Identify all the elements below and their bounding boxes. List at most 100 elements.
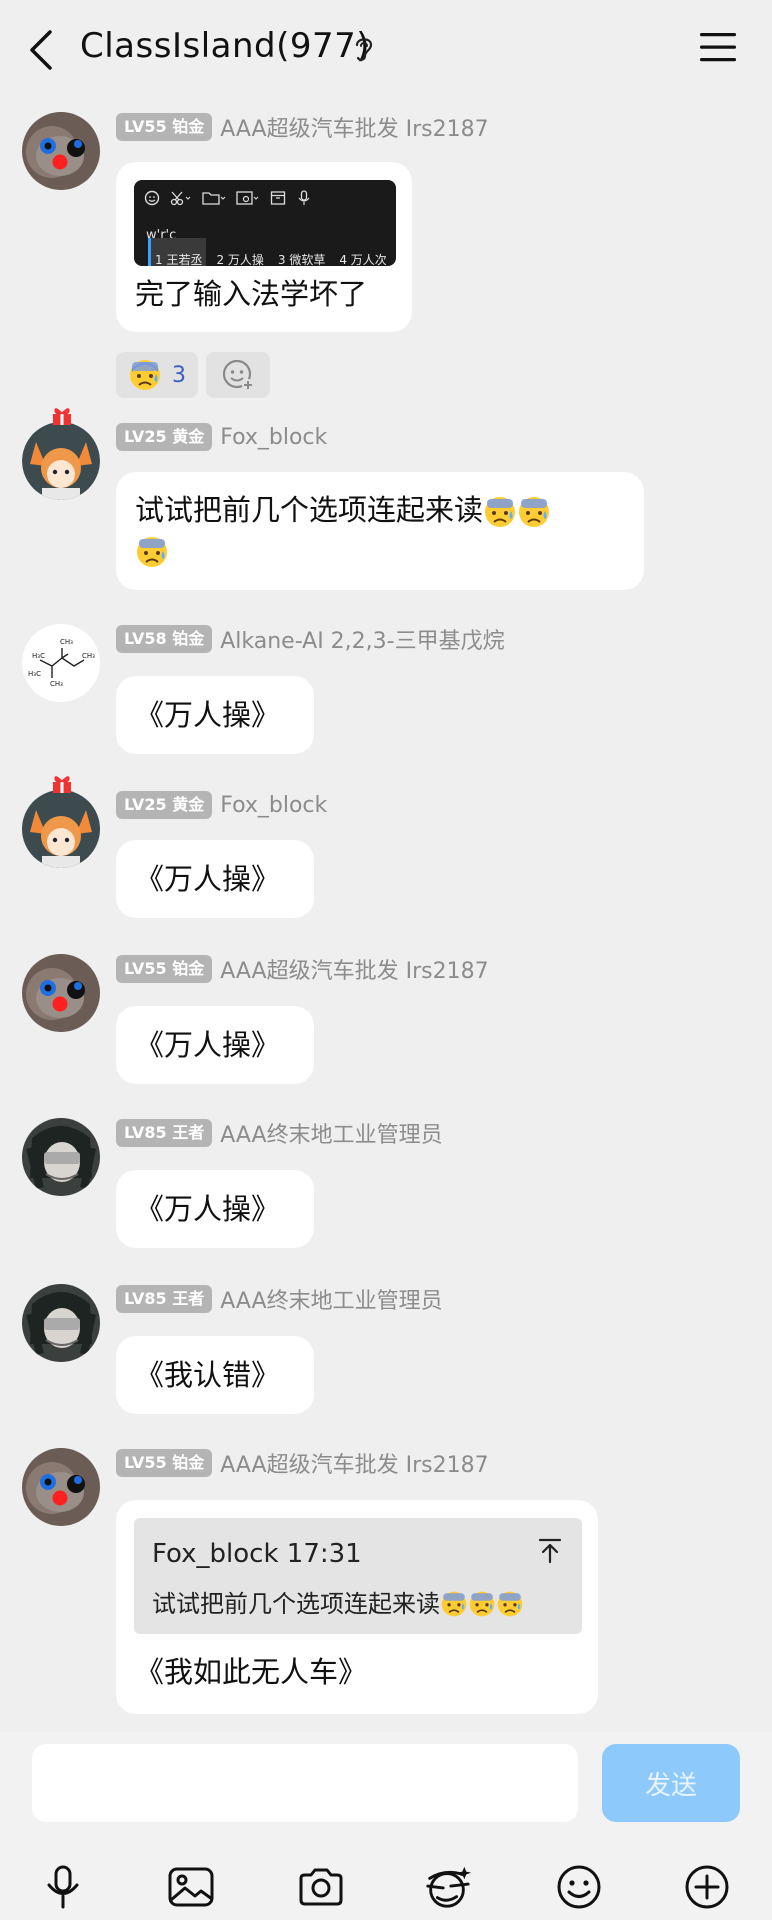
avatar[interactable]: [22, 954, 100, 1032]
voice-button[interactable]: [38, 1862, 88, 1912]
emoji-icon: [557, 1865, 601, 1909]
camera-icon: [299, 1868, 343, 1906]
gift-icon: [53, 776, 71, 793]
screenshot-icon: [236, 191, 259, 205]
ime-candidate: 4 万人次: [339, 253, 387, 266]
sticker-button[interactable]: [422, 1862, 472, 1912]
sender-name[interactable]: AAA超级汽车批发 Irs2187: [220, 111, 488, 143]
message-bubble[interactable]: Fox_block 17:31 试试把前几个选项连起来读 《我如此无人车》: [116, 1500, 598, 1714]
message-text: 试试把前几个选项连起来读: [135, 493, 484, 527]
sender-name[interactable]: AAA终末地工业管理员: [220, 1283, 442, 1315]
reaction-chip[interactable]: 3: [116, 352, 198, 398]
message-bubble[interactable]: 《万人操》: [116, 1006, 314, 1084]
avatar[interactable]: [22, 1284, 100, 1362]
input-toolbar: [0, 1862, 772, 1918]
avatar[interactable]: H₃C CH₃ CH₃ H₃C CH₃: [22, 624, 100, 702]
scissors-icon: [170, 191, 191, 206]
sender-name[interactable]: Alkane-AI 2,2,3-三甲基戊烷: [220, 623, 504, 655]
message-text: 《我如此无人车》: [135, 1655, 368, 1689]
ime-candidates: 1 王若丞 2 万人操 3 微软草 4 万人次: [148, 238, 391, 266]
message-bubble[interactable]: 《万人操》: [116, 676, 314, 754]
sender-name[interactable]: AAA超级汽车批发 Irs2187: [220, 953, 488, 985]
ime-toolbar: [144, 190, 312, 212]
sticker-icon: [426, 1866, 472, 1908]
menu-icon[interactable]: [698, 30, 738, 64]
anxious-face-emoji-icon: [441, 1591, 467, 1617]
svg-text:CH₃: CH₃: [82, 652, 95, 660]
svg-text:H₃C: H₃C: [32, 652, 45, 660]
message: H₃C CH₃ CH₃ H₃C CH₃ LV58 铂金 Alkane-AI 2,…: [0, 624, 772, 764]
add-emoji-icon: [222, 359, 254, 391]
reactions-bar: 3: [116, 352, 270, 398]
anxious-face-emoji-icon: [519, 497, 550, 527]
message-meta: LV58 铂金 Alkane-AI 2,2,3-三甲基戊烷: [116, 624, 505, 654]
message-text: 《我认错》: [135, 1358, 281, 1392]
quote-text-row: 试试把前几个选项连起来读: [152, 1584, 524, 1624]
svg-text:CH₃: CH₃: [60, 638, 73, 646]
quote-text: 试试把前几个选项连起来读: [152, 1590, 440, 1618]
smile-icon: [144, 190, 160, 206]
message-bubble[interactable]: w'r'c 1 王若丞 2 万人操 3 微软草 4 万人次 完了输入法学坏了: [116, 162, 412, 332]
message: LV55 铂金 AAA超级汽车批发 Irs2187 w'r'c 1 王若丞 2 …: [0, 112, 772, 412]
anxious-face-emoji-icon: [485, 497, 516, 527]
mic-small-icon: [298, 190, 310, 205]
message: LV25 黄金 Fox_block 《万人操》: [0, 776, 772, 930]
back-arrow-icon[interactable]: [26, 28, 56, 72]
level-badge: LV55 铂金: [116, 1449, 213, 1477]
avatar[interactable]: [22, 112, 100, 190]
message-meta: LV55 铂金 AAA超级汽车批发 Irs2187: [116, 1448, 489, 1478]
message-bubble[interactable]: 《万人操》: [116, 1170, 314, 1248]
avatar[interactable]: [22, 1118, 100, 1196]
message-meta: LV85 王者 AAA终末地工业管理员: [116, 1284, 443, 1314]
mic-icon: [47, 1865, 79, 1909]
plus-icon: [685, 1865, 729, 1909]
emoji-button[interactable]: [554, 1862, 604, 1912]
message-meta: LV55 铂金 AAA超级汽车批发 Irs2187: [116, 954, 489, 984]
add-reaction-button[interactable]: [206, 352, 270, 398]
message-meta: LV85 王者 AAA终末地工业管理员: [116, 1118, 443, 1148]
avatar[interactable]: [22, 1448, 100, 1526]
message-text: 《万人操》: [135, 1192, 281, 1226]
gift-icon: [53, 408, 71, 425]
anxious-face-emoji-icon: [130, 360, 160, 390]
message-input[interactable]: [32, 1744, 578, 1822]
message: LV85 王者 AAA终末地工业管理员 《万人操》: [0, 1118, 772, 1258]
jump-to-top-icon[interactable]: [538, 1538, 562, 1564]
level-badge: LV55 铂金: [116, 113, 213, 141]
svg-text:H₃C: H₃C: [28, 670, 41, 678]
ear-icon[interactable]: [352, 34, 376, 64]
sender-name[interactable]: Fox_block: [220, 425, 327, 450]
message-meta: LV55 铂金 AAA超级汽车批发 Irs2187: [116, 112, 489, 142]
camera-button[interactable]: [296, 1862, 346, 1912]
reaction-count: 3: [172, 362, 186, 388]
folder-icon: [202, 192, 226, 205]
send-button[interactable]: 发送: [602, 1744, 740, 1822]
message-meta: LV25 黄金 Fox_block: [116, 790, 327, 820]
image-button[interactable]: [166, 1862, 216, 1912]
ime-candidate: 3 微软草: [277, 253, 326, 266]
sender-name[interactable]: AAA终末地工业管理员: [220, 1117, 442, 1149]
chat-title[interactable]: ClassIsland(977): [80, 26, 370, 66]
message-bubble[interactable]: 《万人操》: [116, 840, 314, 918]
screenshot-image[interactable]: w'r'c 1 王若丞 2 万人操 3 微软草 4 万人次: [134, 180, 396, 266]
chat-header: ClassIsland(977): [0, 0, 772, 98]
sender-name[interactable]: Fox_block: [220, 793, 327, 818]
quote-header: Fox_block 17:31: [152, 1539, 362, 1569]
level-badge: LV85 王者: [116, 1119, 213, 1147]
message-text: 《万人操》: [135, 1028, 281, 1062]
message-text: 完了输入法学坏了: [135, 277, 368, 311]
message: LV55 铂金 AAA超级汽车批发 Irs2187 《万人操》: [0, 954, 772, 1094]
message-bubble[interactable]: 《我认错》: [116, 1336, 314, 1414]
sender-name[interactable]: AAA超级汽车批发 Irs2187: [220, 1447, 488, 1479]
avatar[interactable]: [22, 408, 100, 500]
message-bubble[interactable]: 试试把前几个选项连起来读: [116, 472, 644, 590]
anxious-face-emoji-icon: [137, 537, 167, 567]
message-text: 《万人操》: [135, 862, 281, 896]
quoted-message[interactable]: Fox_block 17:31 试试把前几个选项连起来读: [134, 1518, 582, 1634]
avatar[interactable]: [22, 776, 100, 868]
ime-candidate: 1 王若丞: [148, 238, 207, 266]
more-button[interactable]: [682, 1862, 732, 1912]
image-icon: [168, 1867, 214, 1907]
svg-text:CH₃: CH₃: [50, 680, 63, 688]
ime-candidate: 2 万人操: [216, 253, 264, 266]
